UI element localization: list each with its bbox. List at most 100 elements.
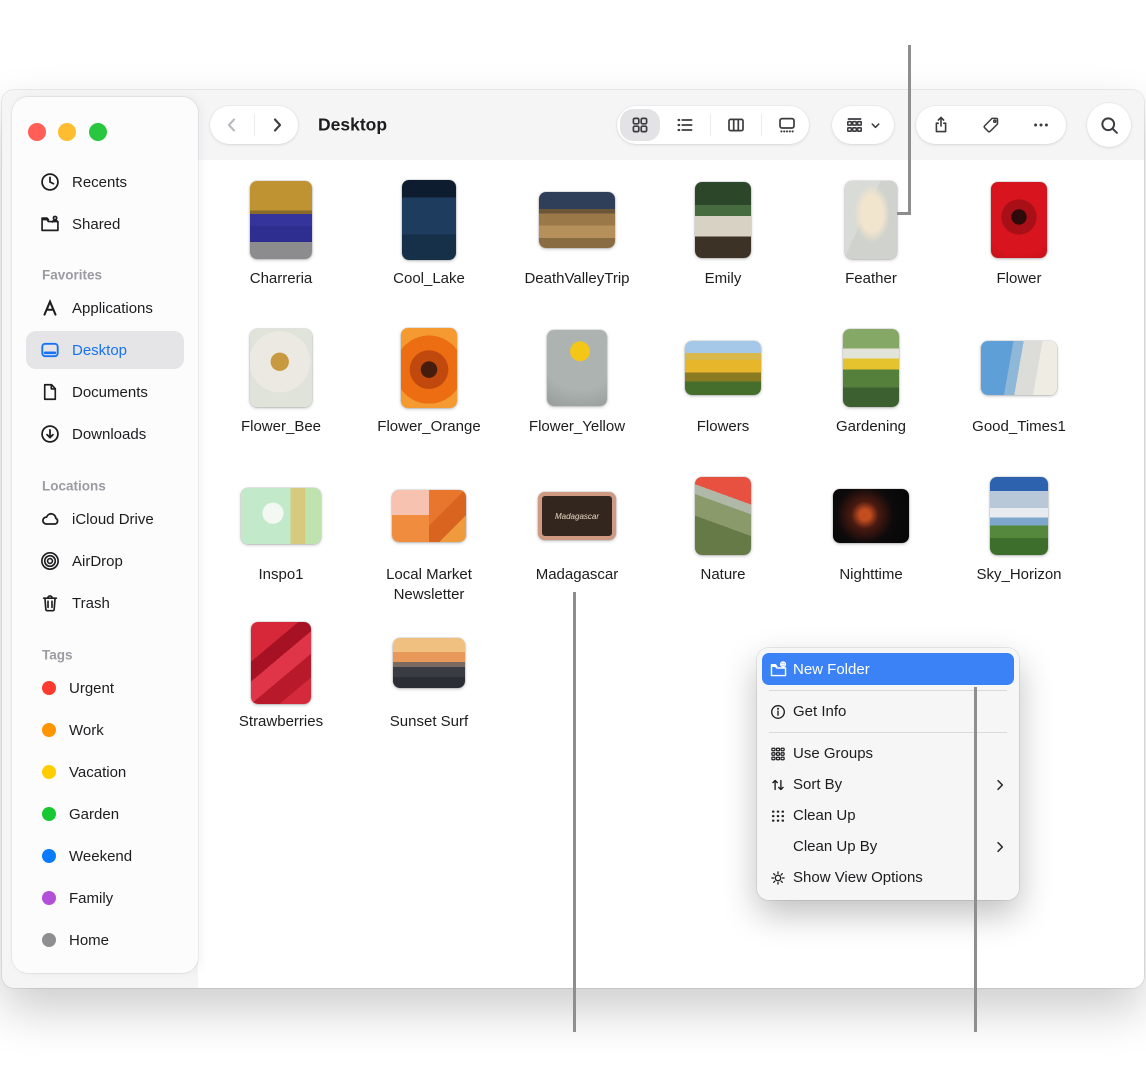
menu-separator [769,690,1007,691]
sidebar-item-downloads[interactable]: Downloads [26,415,184,453]
share-icon [931,115,951,135]
search-button[interactable] [1087,103,1131,147]
clock-icon [38,170,62,194]
menu-item-label: Clean Up [793,807,856,824]
icloud-icon [38,507,62,531]
file-item[interactable]: Local Market Newsletter [359,472,499,605]
sidebar-item-desktop[interactable]: Desktop [26,331,184,369]
tag-label: Garden [69,806,119,823]
close-window-button[interactable] [28,123,46,141]
search-icon [1099,115,1120,136]
file-thumbnail [392,490,466,542]
file-item[interactable]: Flower_Yellow [507,324,647,437]
file-item[interactable]: Good_Times1 [949,324,1089,437]
file-item[interactable]: Nature [653,472,793,585]
file-name: Flower [996,269,1041,289]
sidebar-tag-urgent[interactable]: Urgent [26,669,184,707]
tag-label: Vacation [69,764,126,781]
menu-item-label: Get Info [793,703,846,720]
file-name: Feather [845,269,897,289]
shared-folder-icon [38,212,62,236]
file-thumbnail [539,192,615,248]
menu-item-label: Use Groups [793,745,873,762]
group-by-icon [844,115,865,136]
trash-icon [38,591,62,615]
file-thumbnail [991,182,1047,258]
zoom-window-button[interactable] [89,123,107,141]
sidebar-item-label: Downloads [72,426,146,443]
gallery-view-button[interactable] [767,106,807,144]
sidebar-tag-family[interactable]: Family [26,879,184,917]
file-item[interactable]: Strawberries [211,619,351,732]
file-name: Charreria [250,269,313,289]
sidebar-tag-weekend[interactable]: Weekend [26,837,184,875]
file-item[interactable]: Sunset Surf [359,619,499,732]
file-item[interactable]: Flower_Orange [359,324,499,437]
back-button[interactable] [210,106,254,144]
gear-icon [769,869,793,887]
sort-icon [769,776,793,794]
file-item[interactable]: Nighttime [801,472,941,585]
sidebar-item-applications[interactable]: Applications [26,289,184,327]
sidebar-item-shared[interactable]: Shared [26,205,184,243]
screenshot-stage: Recents Shared Favorites Applications [0,0,1146,1083]
use-groups-icon [769,745,793,763]
menu-separator [769,732,1007,733]
file-item[interactable]: Inspo1 [211,472,351,585]
sidebar-item-label: Shared [72,216,120,233]
file-thumbnail [547,330,607,406]
icons-view-button[interactable] [620,109,660,141]
sidebar-tag-vacation[interactable]: Vacation [26,753,184,791]
file-item[interactable]: Flower [949,176,1089,289]
file-item[interactable]: Madagascar Madagascar [507,472,647,585]
tag-icon [981,115,1001,135]
file-name: Madagascar [536,565,619,585]
minimize-window-button[interactable] [58,123,76,141]
list-view-button[interactable] [665,106,705,144]
sidebar-item-icloud-drive[interactable]: iCloud Drive [26,500,184,538]
file-name: Flower_Orange [377,417,480,437]
file-name: Emily [705,269,742,289]
file-name: Local Market Newsletter [359,565,499,605]
sidebar-item-documents[interactable]: Documents [26,373,184,411]
thumbnail-text: Madagascar [555,512,599,521]
file-item[interactable]: Cool_Lake [359,176,499,289]
sidebar-item-label: Applications [72,300,153,317]
file-item[interactable]: DeathValleyTrip [507,176,647,289]
more-button[interactable] [1017,106,1065,144]
sidebar-item-trash[interactable]: Trash [26,584,184,622]
list-view-icon [675,115,695,135]
columns-view-button[interactable] [716,106,756,144]
menu-item-new-folder[interactable]: New Folder [762,653,1014,685]
file-item[interactable]: Flowers [653,324,793,437]
sidebar-item-label: iCloud Drive [72,511,154,528]
chevron-left-icon [222,115,242,135]
sidebar-tag-work[interactable]: Work [26,711,184,749]
context-menu: New Folder Get Info Use Groups [757,648,1019,900]
tag-label: Urgent [69,680,114,697]
file-name: Flower_Yellow [529,417,625,437]
callout-line-madagascar [573,592,576,1032]
sidebar-tag-home[interactable]: Home [26,921,184,959]
callout-line-feather-jog [897,212,911,215]
file-name: Nature [700,565,745,585]
file-name: Flower_Bee [241,417,321,437]
file-item[interactable]: Flower_Bee [211,324,351,437]
share-button[interactable] [917,106,965,144]
sidebar-tag-garden[interactable]: Garden [26,795,184,833]
group-button[interactable] [832,106,894,144]
forward-button[interactable] [255,106,298,144]
file-item[interactable]: Feather [801,176,941,289]
window-title: Desktop [318,115,387,136]
file-item[interactable]: Emily [653,176,793,289]
clean-up-icon [769,807,793,825]
tag-dot [42,681,56,695]
sidebar-item-recents[interactable]: Recents [26,163,184,201]
file-item[interactable]: Charreria [211,176,351,289]
file-item[interactable]: Sky_Horizon [949,472,1089,585]
nav-capsule [210,106,298,144]
file-item[interactable]: Gardening [801,324,941,437]
tag-button[interactable] [967,106,1015,144]
menu-item-label: Show View Options [793,869,923,886]
sidebar-item-airdrop[interactable]: AirDrop [26,542,184,580]
